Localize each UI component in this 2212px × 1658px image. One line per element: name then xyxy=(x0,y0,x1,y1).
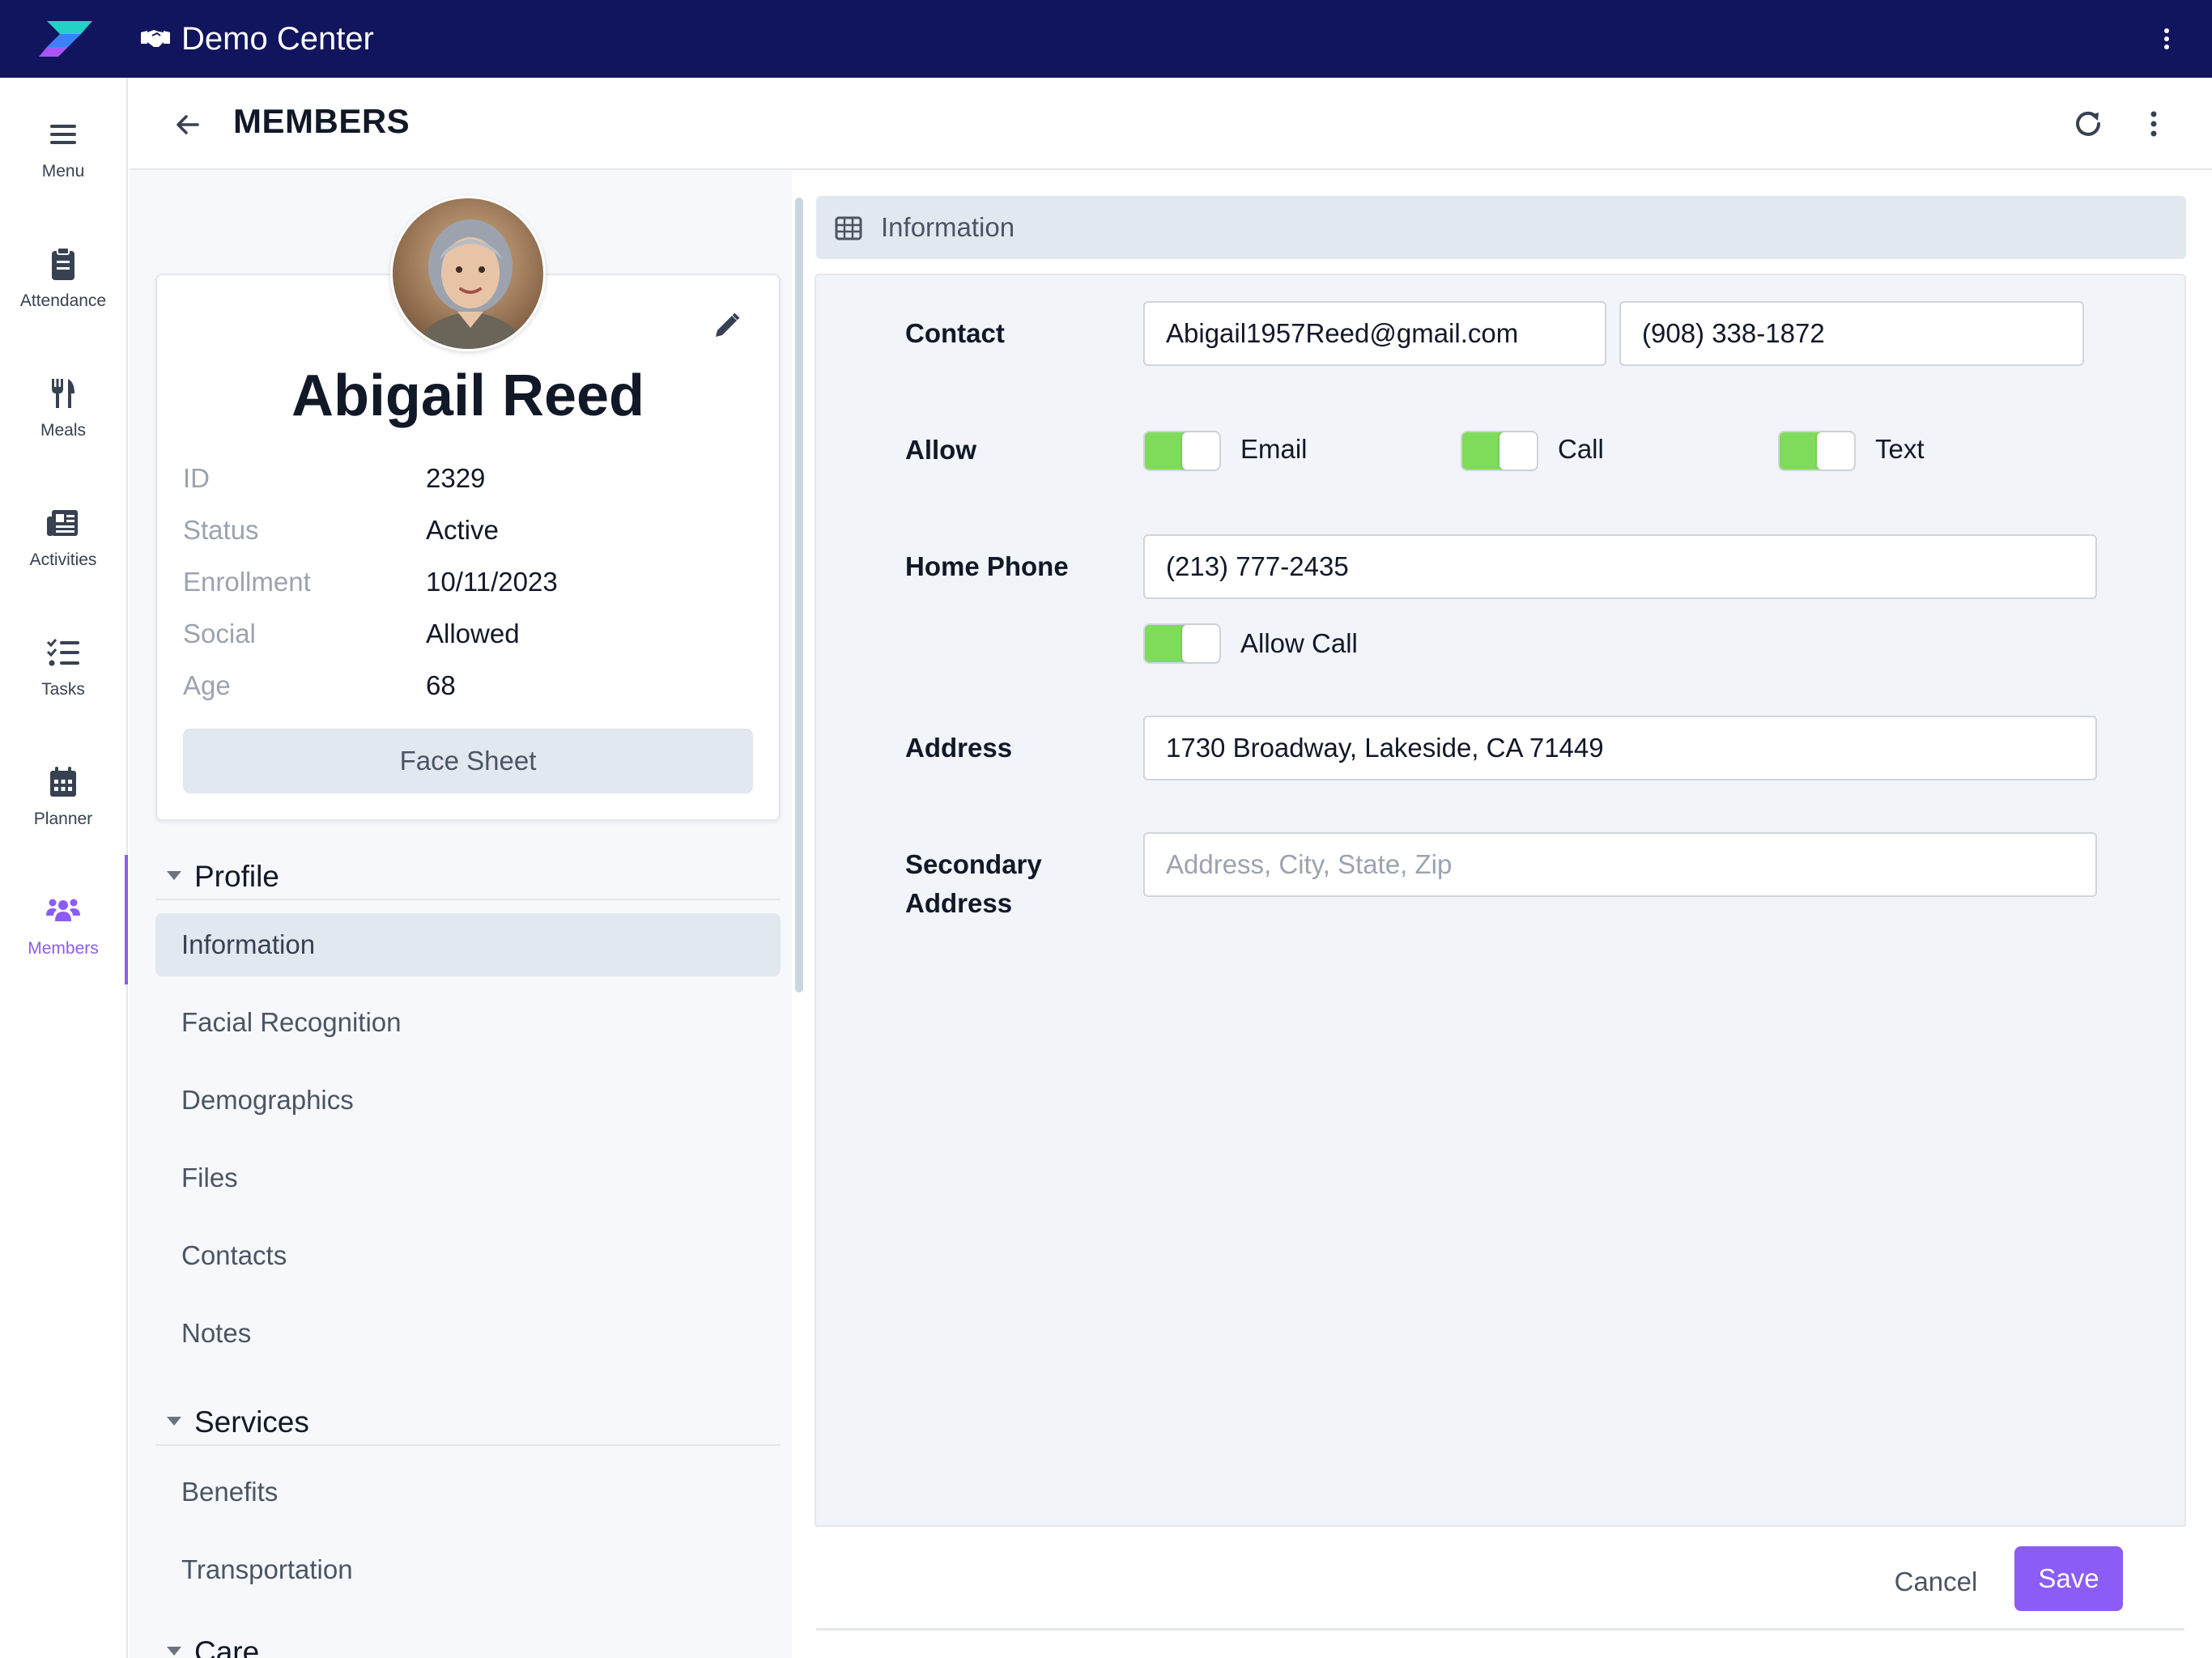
nav-item-facial-recognition[interactable]: Facial Recognition xyxy=(155,991,781,1054)
info-key: ID xyxy=(183,463,210,493)
handshake-icon xyxy=(141,30,170,47)
info-row: Enrollment 10/11/2023 xyxy=(183,567,750,606)
info-key: Social xyxy=(183,619,256,648)
contact-label: Contact xyxy=(905,318,1005,348)
section-title: Services xyxy=(194,1405,309,1439)
nav-item-files[interactable]: Files xyxy=(155,1146,781,1209)
rail-item-tasks[interactable]: Tasks xyxy=(0,596,126,717)
org-name[interactable]: Demo Center xyxy=(181,19,374,58)
utensils-icon xyxy=(52,379,74,408)
email-field[interactable]: Abigail1957Reed@gmail.com xyxy=(1143,301,1606,366)
allow-email-toggle[interactable] xyxy=(1143,431,1221,471)
hamburger-icon xyxy=(50,125,76,144)
pencil-icon[interactable] xyxy=(711,311,742,342)
rail-item-label: Menu xyxy=(41,162,85,181)
clipboard-icon xyxy=(52,247,74,280)
nav-item-notes[interactable]: Notes xyxy=(155,1302,781,1365)
top-bar: Demo Center xyxy=(0,0,2212,78)
section-title: Care xyxy=(194,1635,260,1658)
rail-item-planner[interactable]: Planner xyxy=(0,725,126,847)
page-title: MEMBERS xyxy=(233,102,410,140)
section-title: Profile xyxy=(194,860,279,893)
allow-email-label: Email xyxy=(1240,434,1308,464)
section-title: Information xyxy=(881,212,1015,242)
rail-item-label: Meals xyxy=(40,421,87,440)
allow-label: Allow xyxy=(905,435,976,465)
active-indicator xyxy=(125,855,128,984)
home-phone-field[interactable]: (213) 777-2435 xyxy=(1143,534,2097,599)
page-header: MEMBERS xyxy=(130,78,2212,170)
allow-call-label: Call xyxy=(1558,434,1604,464)
caret-down-icon xyxy=(167,871,181,880)
checklist-icon xyxy=(46,639,79,666)
home-allow-call-toggle[interactable] xyxy=(1143,623,1221,664)
scrollbar[interactable] xyxy=(795,198,803,993)
rail-item-label: Activities xyxy=(29,551,97,569)
address-label: Address xyxy=(905,733,1013,763)
phone-field[interactable]: (908) 338-1872 xyxy=(1619,301,2084,366)
nav-item-transportation[interactable]: Transportation xyxy=(155,1538,781,1601)
face-sheet-button[interactable]: Face Sheet xyxy=(183,729,753,793)
calendar-icon xyxy=(50,767,76,797)
nav-item-contacts[interactable]: Contacts xyxy=(155,1224,781,1287)
cancel-button[interactable]: Cancel xyxy=(1891,1562,1980,1601)
save-button[interactable]: Save xyxy=(2014,1546,2123,1611)
info-key: Status xyxy=(183,515,259,545)
home-allow-call-label: Allow Call xyxy=(1240,628,1358,658)
info-value: 10/11/2023 xyxy=(426,567,558,597)
nav-rail: Menu Attendance Meals Activities Tasks P… xyxy=(0,78,128,1658)
nav-item-benefits[interactable]: Benefits xyxy=(155,1460,781,1524)
section-header xyxy=(816,196,2186,259)
rail-item-label: Members xyxy=(28,939,99,958)
allow-call-toggle[interactable] xyxy=(1461,431,1538,471)
kebab-menu-icon[interactable] xyxy=(2136,105,2172,142)
rail-item-meals[interactable]: Meals xyxy=(0,337,126,458)
rail-item-activities[interactable]: Activities xyxy=(0,466,126,588)
address-field[interactable]: 1730 Broadway, Lakeside, CA 71449 xyxy=(1143,716,2097,780)
allow-text-toggle[interactable] xyxy=(1778,431,1856,471)
info-row: Status Active xyxy=(183,515,750,554)
caret-down-icon xyxy=(167,1647,181,1656)
info-value: 68 xyxy=(426,670,456,700)
info-key: Enrollment xyxy=(183,567,311,597)
rail-item-label: Planner xyxy=(33,810,93,828)
nav-item-information[interactable]: Information xyxy=(155,913,781,976)
rail-item-label: Attendance xyxy=(19,291,107,310)
back-arrow-icon[interactable] xyxy=(170,107,206,142)
info-value: 2329 xyxy=(426,463,486,493)
info-row: Social Allowed xyxy=(183,619,750,657)
kebab-menu-icon[interactable] xyxy=(2150,23,2183,55)
section-services[interactable]: Services xyxy=(155,1399,781,1446)
secondary-address-label: Secondary xyxy=(905,849,1042,879)
home-phone-label: Home Phone xyxy=(905,551,1069,581)
info-row: Age 68 xyxy=(183,670,750,709)
app-logo-icon[interactable] xyxy=(36,18,94,60)
users-icon xyxy=(46,899,80,921)
info-value: Allowed xyxy=(426,619,520,648)
rail-item-members[interactable]: Members xyxy=(0,855,126,976)
allow-text-label: Text xyxy=(1875,434,1925,464)
info-value: Active xyxy=(426,515,499,545)
rail-item-label: Tasks xyxy=(41,680,85,699)
newspaper-icon xyxy=(47,510,78,536)
table-icon xyxy=(835,216,862,240)
section-care[interactable]: Care xyxy=(155,1629,781,1658)
member-name: Abigail Reed xyxy=(291,363,645,428)
rail-item-attendance[interactable]: Attendance xyxy=(0,207,126,329)
caret-down-icon xyxy=(167,1417,181,1426)
refresh-icon[interactable] xyxy=(2069,105,2107,142)
rail-item-menu[interactable]: Menu xyxy=(0,78,126,199)
section-profile[interactable]: Profile xyxy=(155,853,781,900)
secondary-address-field[interactable]: Address, City, State, Zip xyxy=(1143,832,2097,897)
secondary-address-label: Address xyxy=(905,888,1013,918)
nav-item-demographics[interactable]: Demographics xyxy=(155,1069,781,1132)
info-key: Age xyxy=(183,670,231,700)
avatar[interactable] xyxy=(390,196,546,351)
info-row: ID 2329 xyxy=(183,463,750,502)
